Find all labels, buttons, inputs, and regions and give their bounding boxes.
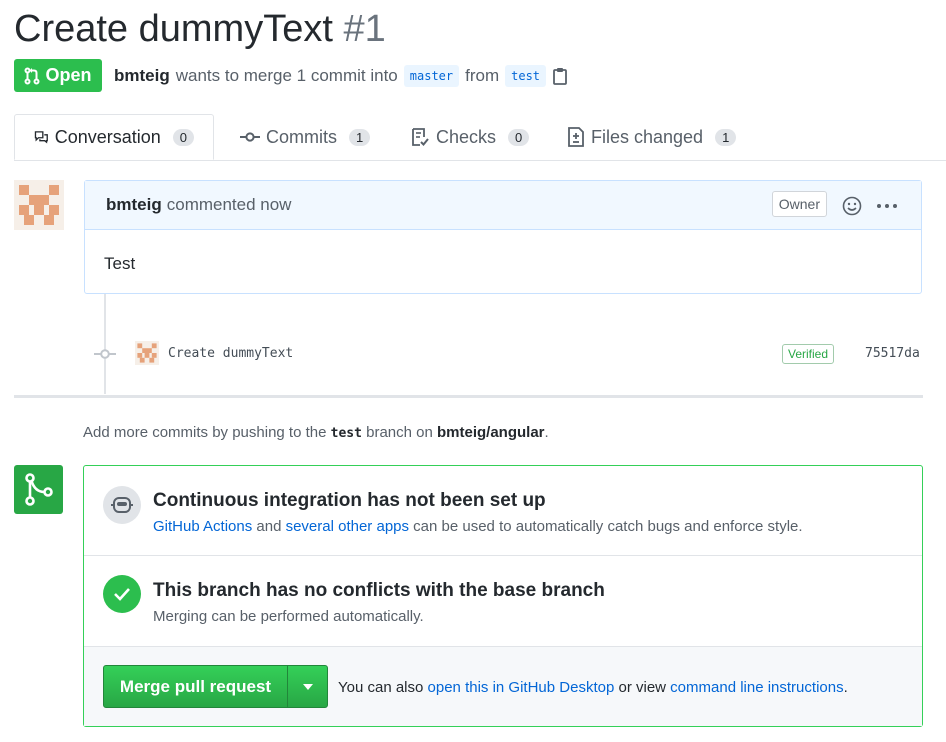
git-commit-icon bbox=[94, 349, 116, 359]
pr-meta: bmteig wants to merge 1 commit into mast… bbox=[114, 62, 568, 90]
tab-counter: 1 bbox=[715, 128, 737, 146]
tab-conversation[interactable]: Conversation 0 bbox=[14, 114, 214, 160]
hint-text: Add more commits by pushing to the bbox=[83, 424, 327, 441]
check-icon bbox=[114, 588, 130, 601]
ci-icon-wrap bbox=[103, 486, 141, 524]
author-link[interactable]: bmteig bbox=[114, 66, 170, 86]
timeline-line bbox=[104, 294, 106, 394]
merge-text: wants to merge 1 commit into bbox=[175, 66, 398, 85]
comment-box: bmteig commented now Owner Test bbox=[84, 180, 922, 294]
commit-sha[interactable]: 75517da bbox=[865, 346, 920, 361]
conflicts-title: This branch has no conflicts with the ba… bbox=[153, 580, 605, 601]
git-merge-icon bbox=[25, 473, 53, 506]
tab-counter: 0 bbox=[508, 128, 530, 146]
owner-badge: Owner bbox=[771, 191, 827, 217]
tab-commits[interactable]: Commits 1 bbox=[240, 114, 371, 160]
merge-dropdown-button[interactable] bbox=[287, 666, 328, 707]
tab-files-changed[interactable]: Files changed 1 bbox=[567, 114, 737, 160]
page-title: Create dummyText #1 bbox=[14, 6, 386, 52]
file-diff-icon bbox=[568, 127, 584, 147]
comment-author[interactable]: bmteig bbox=[106, 195, 162, 215]
merge-text: or view bbox=[618, 679, 666, 696]
status-badge: Open bbox=[14, 59, 102, 92]
tab-nav: Conversation 0 Commits 1 Checks 0 Files … bbox=[14, 114, 946, 161]
merge-pull-request-button[interactable]: Merge pull request bbox=[104, 666, 287, 707]
merge-alt-text: You can also open this in GitHub Desktop… bbox=[338, 679, 848, 696]
comment-body: Test bbox=[104, 254, 136, 273]
hint-branch: test bbox=[330, 426, 362, 441]
git-pull-request-icon bbox=[24, 67, 40, 84]
clipboard-icon[interactable] bbox=[552, 67, 568, 85]
conflicts-section: This branch has no conflicts with the ba… bbox=[84, 556, 922, 646]
tab-label: Commits bbox=[266, 126, 337, 147]
tab-checks[interactable]: Checks 0 bbox=[410, 114, 530, 160]
triangle-down-icon bbox=[303, 683, 313, 690]
merge-box: Continuous integration has not been set … bbox=[83, 465, 923, 727]
merge-end: . bbox=[843, 679, 848, 696]
comment-discussion-icon bbox=[34, 131, 48, 144]
push-hint: Add more commits by pushing to the test … bbox=[83, 424, 549, 441]
other-apps-link[interactable]: several other apps bbox=[286, 518, 409, 535]
commit-message[interactable]: Create dummyText bbox=[168, 346, 293, 361]
pr-number: #1 bbox=[343, 8, 386, 50]
commit-avatar[interactable] bbox=[135, 341, 159, 365]
tab-counter: 1 bbox=[349, 128, 371, 146]
github-actions-link[interactable]: GitHub Actions bbox=[153, 518, 252, 535]
smiley-icon[interactable] bbox=[842, 196, 862, 216]
comment-time[interactable]: commented now bbox=[167, 195, 292, 215]
verified-badge[interactable]: Verified bbox=[782, 344, 835, 364]
open-desktop-link[interactable]: open this in GitHub Desktop bbox=[428, 679, 615, 696]
robot-icon bbox=[111, 497, 133, 513]
ci-text: can be used to automatically catch bugs … bbox=[413, 518, 803, 535]
tab-label: Conversation bbox=[54, 126, 161, 147]
hint-repo[interactable]: bmteig/angular bbox=[437, 424, 545, 441]
status-label: Open bbox=[45, 65, 92, 85]
merge-button-group: Merge pull request bbox=[103, 665, 328, 708]
tab-label: Checks bbox=[436, 126, 497, 147]
pr-title: Create dummyText bbox=[14, 8, 333, 50]
conflicts-desc: Merging can be performed automatically. bbox=[153, 608, 424, 625]
timeline-divider bbox=[14, 395, 923, 398]
kebab-horizontal-icon[interactable] bbox=[876, 203, 898, 209]
hint-text: branch on bbox=[366, 424, 433, 441]
identicon bbox=[19, 185, 59, 225]
ci-desc: GitHub Actions and several other apps ca… bbox=[153, 518, 803, 535]
tab-counter: 0 bbox=[172, 128, 194, 146]
identicon bbox=[137, 343, 157, 363]
ci-section: Continuous integration has not been set … bbox=[84, 466, 922, 556]
from-text: from bbox=[465, 66, 500, 85]
checklist-icon bbox=[412, 128, 429, 146]
merge-action-section: Merge pull request You can also open thi… bbox=[84, 646, 922, 726]
command-line-link[interactable]: command line instructions bbox=[670, 679, 843, 696]
hint-end: . bbox=[544, 424, 549, 441]
avatar[interactable] bbox=[14, 180, 64, 230]
ci-title: Continuous integration has not been set … bbox=[153, 490, 546, 511]
check-icon-wrap bbox=[103, 575, 141, 613]
ci-text: and bbox=[256, 518, 282, 535]
merge-text: You can also bbox=[338, 679, 424, 696]
merge-status-icon bbox=[14, 465, 63, 514]
tab-label: Files changed bbox=[591, 126, 704, 147]
head-branch[interactable]: test bbox=[505, 65, 547, 87]
base-branch[interactable]: master bbox=[403, 65, 460, 87]
git-commit-icon bbox=[240, 132, 260, 142]
